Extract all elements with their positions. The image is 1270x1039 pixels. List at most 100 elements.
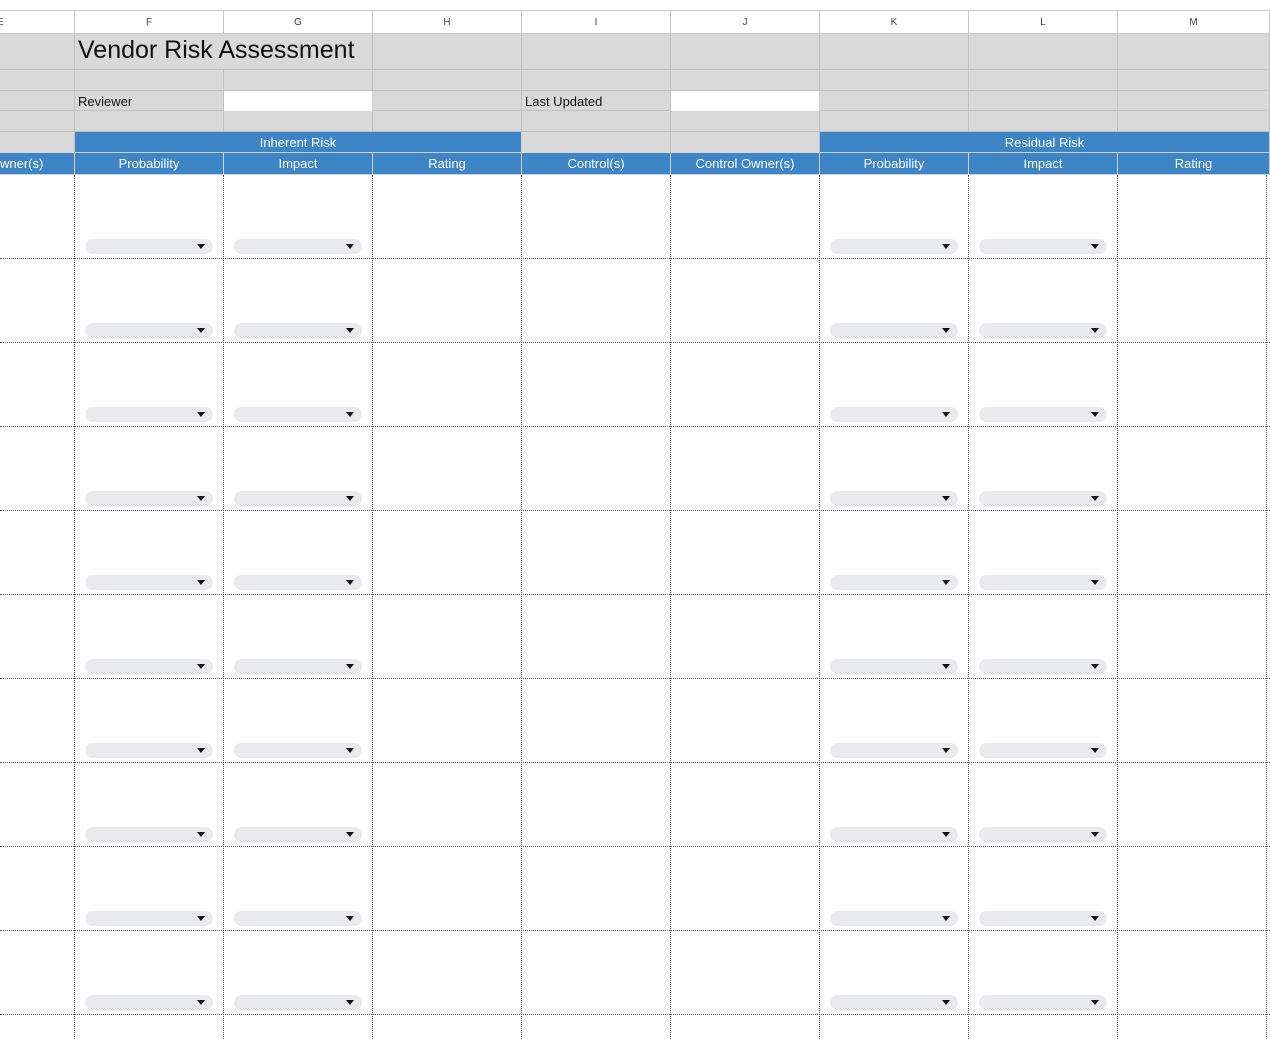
dropdown-chip-k[interactable] [830, 323, 958, 338]
dropdown-chip-l[interactable] [979, 659, 1107, 674]
column-title-controls[interactable]: Control(s) [522, 153, 671, 175]
dropdown-chip-l[interactable] [979, 995, 1107, 1010]
dropdown-chip-k[interactable] [830, 659, 958, 674]
dropdown-chip-f[interactable] [85, 911, 213, 926]
cell[interactable] [1118, 70, 1270, 91]
cell[interactable] [820, 111, 969, 132]
table-row [0, 511, 1270, 595]
cell[interactable] [75, 111, 224, 132]
chevron-down-icon [197, 244, 205, 249]
dropdown-chip-k[interactable] [830, 491, 958, 506]
column-title-owners[interactable]: wner(s) [0, 153, 75, 175]
cell[interactable] [224, 111, 373, 132]
dropdown-chip-l[interactable] [979, 239, 1107, 254]
residual-risk-group-header[interactable]: Residual Risk [820, 132, 1270, 153]
cell[interactable] [0, 70, 75, 91]
dropdown-chip-g[interactable] [234, 491, 362, 506]
dropdown-chip-k[interactable] [830, 239, 958, 254]
cell[interactable] [373, 91, 522, 111]
dropdown-chip-f[interactable] [85, 743, 213, 758]
dropdown-chip-k[interactable] [830, 743, 958, 758]
cell[interactable] [671, 132, 820, 153]
column-title-inherent-rating[interactable]: Rating [373, 153, 522, 175]
cell[interactable] [969, 111, 1118, 132]
dropdown-chip-k[interactable] [830, 827, 958, 842]
cell[interactable] [969, 70, 1118, 91]
dropdown-chip-l[interactable] [979, 911, 1107, 926]
dropdown-chip-g[interactable] [234, 575, 362, 590]
dropdown-chip-f[interactable] [85, 323, 213, 338]
column-header-h[interactable]: H [373, 10, 522, 34]
column-header-k[interactable]: K [820, 10, 969, 34]
dropdown-chip-f[interactable] [85, 827, 213, 842]
page-title: Vendor Risk Assessment [78, 36, 355, 64]
dropdown-chip-f[interactable] [85, 491, 213, 506]
cell[interactable] [522, 70, 671, 91]
cell[interactable] [820, 70, 969, 91]
dropdown-chip-l[interactable] [979, 743, 1107, 758]
column-title-residual-probability[interactable]: Probability [820, 153, 969, 175]
cell[interactable] [522, 111, 671, 132]
dropdown-chip-g[interactable] [234, 407, 362, 422]
cell[interactable] [75, 70, 224, 91]
dropdown-chip-f[interactable] [85, 407, 213, 422]
dropdown-chip-g[interactable] [234, 239, 362, 254]
column-header-m[interactable]: M [1118, 10, 1270, 34]
cell[interactable] [1118, 91, 1270, 111]
cell[interactable] [820, 34, 969, 70]
column-header-l[interactable]: L [969, 10, 1118, 34]
cell[interactable] [0, 34, 75, 70]
cell[interactable] [969, 34, 1118, 70]
cell[interactable] [373, 111, 522, 132]
column-header-i[interactable]: I [522, 10, 671, 34]
chevron-down-icon [197, 412, 205, 417]
cell[interactable] [671, 34, 820, 70]
reviewer-input[interactable] [224, 91, 372, 111]
cell[interactable] [0, 91, 75, 111]
column-title-inherent-probability[interactable]: Probability [75, 153, 224, 175]
dropdown-chip-l[interactable] [979, 491, 1107, 506]
column-title-residual-rating[interactable]: Rating [1118, 153, 1270, 175]
cell[interactable] [373, 70, 522, 91]
cell[interactable] [671, 70, 820, 91]
cell[interactable] [1118, 111, 1270, 132]
column-header-j[interactable]: J [671, 10, 820, 34]
dropdown-chip-g[interactable] [234, 743, 362, 758]
dropdown-chip-g[interactable] [234, 323, 362, 338]
dropdown-chip-f[interactable] [85, 575, 213, 590]
cell[interactable] [969, 91, 1118, 111]
cell[interactable] [522, 34, 671, 70]
dropdown-chip-l[interactable] [979, 407, 1107, 422]
cell[interactable] [0, 132, 75, 153]
dropdown-chip-f[interactable] [85, 995, 213, 1010]
dropdown-chip-k[interactable] [830, 407, 958, 422]
column-header-f[interactable]: F [75, 10, 224, 34]
column-header-e[interactable]: E [0, 10, 75, 34]
dropdown-chip-k[interactable] [830, 995, 958, 1010]
dropdown-chip-g[interactable] [234, 659, 362, 674]
cell[interactable] [0, 111, 75, 132]
column-title-control-owners[interactable]: Control Owner(s) [671, 153, 820, 175]
dropdown-chip-g[interactable] [234, 995, 362, 1010]
cell[interactable] [522, 132, 671, 153]
dropdown-chip-f[interactable] [85, 659, 213, 674]
dropdown-chip-l[interactable] [979, 323, 1107, 338]
last-updated-input[interactable] [671, 91, 819, 111]
dropdown-chip-k[interactable] [830, 575, 958, 590]
dropdown-chip-g[interactable] [234, 911, 362, 926]
inherent-risk-group-header[interactable]: Inherent Risk [75, 132, 522, 153]
cell[interactable] [820, 91, 969, 111]
dropdown-chip-k[interactable] [830, 911, 958, 926]
dropdown-chip-f[interactable] [85, 239, 213, 254]
dropdown-chip-l[interactable] [979, 575, 1107, 590]
column-title-inherent-impact[interactable]: Impact [224, 153, 373, 175]
column-header-g[interactable]: G [224, 10, 373, 34]
cell[interactable] [373, 34, 522, 70]
dropdown-chip-g[interactable] [234, 827, 362, 842]
column-title-residual-impact[interactable]: Impact [969, 153, 1118, 175]
cell[interactable] [671, 111, 820, 132]
cell[interactable] [1118, 34, 1270, 70]
dropdown-chip-l[interactable] [979, 827, 1107, 842]
chevron-down-icon [1091, 748, 1099, 753]
cell[interactable] [224, 70, 373, 91]
